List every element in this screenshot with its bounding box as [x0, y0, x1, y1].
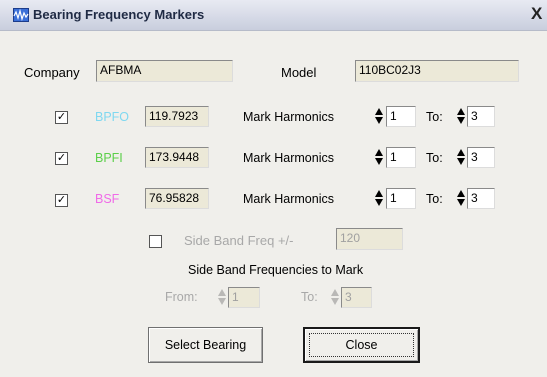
bpfo-checkbox[interactable]: ✓ — [55, 111, 68, 124]
sideband-to-label: To: — [301, 290, 318, 304]
window-title: Bearing Frequency Markers — [33, 7, 205, 22]
bsf-checkbox[interactable]: ✓ — [55, 194, 68, 207]
company-label: Company — [24, 65, 80, 80]
bpfi-to-input[interactable]: 3 — [467, 147, 495, 168]
spinner-arrows-icon[interactable] — [374, 106, 384, 126]
bpfo-from-input[interactable]: 1 — [386, 106, 416, 127]
close-button-label: Close — [345, 338, 378, 352]
bsf-to-label: To: — [426, 192, 443, 206]
select-bearing-button[interactable]: Select Bearing — [148, 327, 263, 363]
bsf-value-field: 76.95828 — [145, 188, 209, 209]
dialog-body: Company AFBMA Model 110BC02J3 ✓ BPFO 119… — [0, 31, 547, 377]
sideband-from-input: 1 — [228, 287, 260, 308]
company-field: AFBMA — [96, 60, 233, 82]
model-field: 110BC02J3 — [355, 60, 519, 82]
bpfo-to-input[interactable]: 3 — [467, 106, 495, 127]
bsf-harmonics-label: Mark Harmonics — [243, 192, 334, 206]
sideband-from-label: From: — [165, 290, 198, 304]
spinner-arrows-icon — [218, 289, 226, 305]
waveform-app-icon — [13, 8, 29, 22]
spinner-arrows-icon[interactable] — [456, 106, 466, 126]
bpfi-checkbox[interactable]: ✓ — [55, 152, 68, 165]
select-bearing-label: Select Bearing — [164, 338, 247, 352]
spinner-arrows-icon[interactable] — [374, 147, 384, 167]
model-label: Model — [281, 65, 317, 80]
sideband-mark-label: Side Band Frequencies to Mark — [188, 263, 364, 277]
bpfi-label: BPFI — [95, 151, 123, 165]
bpfi-to-label: To: — [426, 151, 443, 165]
sideband-freq-field: 120 — [336, 228, 403, 250]
bpfo-to-label: To: — [426, 110, 443, 124]
bsf-from-input[interactable]: 1 — [386, 188, 416, 209]
bsf-to-input[interactable]: 3 — [467, 188, 495, 209]
sideband-to-input: 3 — [341, 287, 372, 308]
spinner-arrows-icon[interactable] — [456, 188, 466, 208]
bpfo-label: BPFO — [95, 110, 130, 124]
sideband-checkbox[interactable] — [149, 235, 162, 248]
bpfi-harmonics-label: Mark Harmonics — [243, 151, 334, 165]
sideband-freq-label: Side Band Freq +/- — [184, 233, 294, 248]
spinner-arrows-icon[interactable] — [374, 188, 384, 208]
close-button[interactable]: Close — [303, 327, 420, 363]
close-icon[interactable]: X — [531, 4, 547, 24]
title-bar: Bearing Frequency Markers X — [0, 0, 547, 31]
bpfo-harmonics-label: Mark Harmonics — [243, 110, 334, 124]
bpfo-value-field: 119.7923 — [145, 106, 209, 127]
spinner-arrows-icon[interactable] — [456, 147, 466, 167]
bpfi-value-field: 173.9448 — [145, 147, 209, 168]
spinner-arrows-icon — [331, 289, 339, 305]
bsf-label: BSF — [95, 192, 120, 206]
bpfi-from-input[interactable]: 1 — [386, 147, 416, 168]
